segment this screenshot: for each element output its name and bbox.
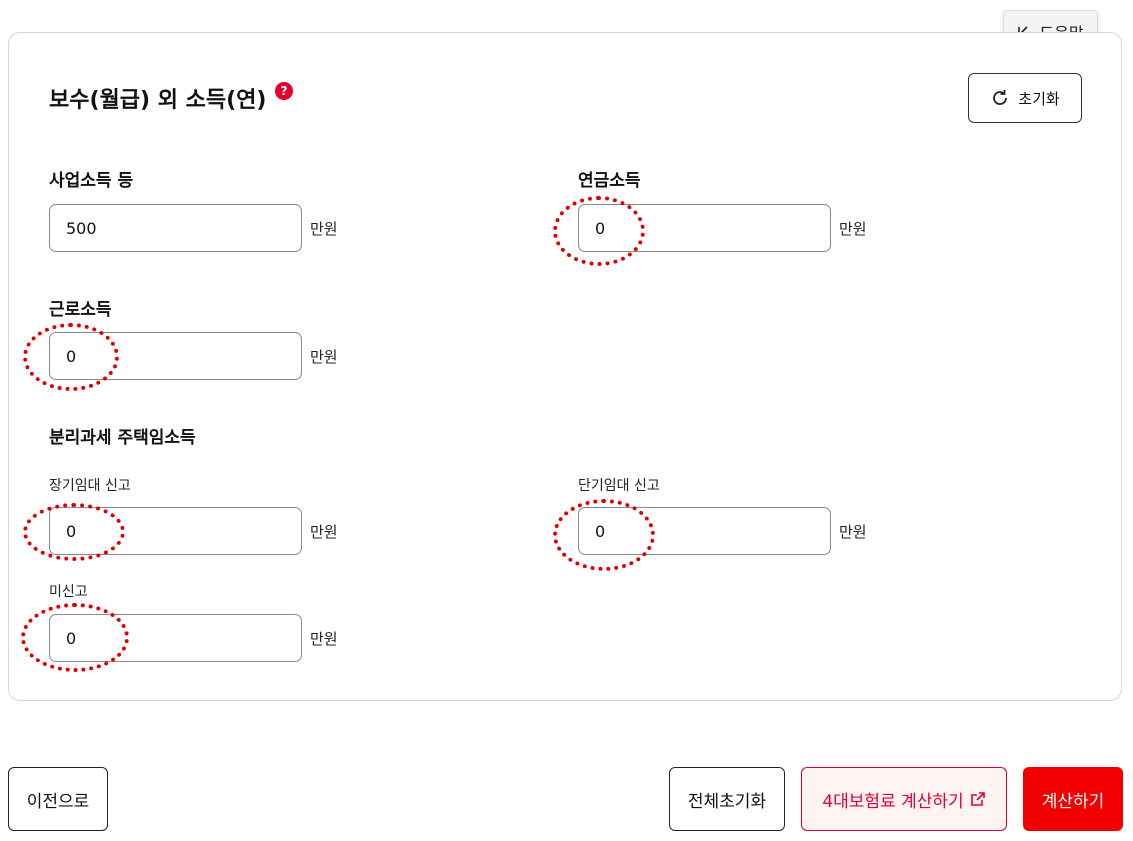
long-term-rental-input[interactable] xyxy=(49,507,302,555)
reset-all-button-label: 전체초기화 xyxy=(687,791,767,812)
pension-income-unit: 만원 xyxy=(839,220,867,238)
external-link-icon xyxy=(970,792,985,806)
previous-button[interactable]: 이전으로 xyxy=(8,767,108,831)
section-title: 보수(월급) 외 소득(연) xyxy=(49,88,267,113)
calculate-button[interactable]: 계산하기 xyxy=(1023,767,1123,831)
pension-income-label: 연금소득 xyxy=(578,171,641,191)
calculate-button-label: 계산하기 xyxy=(1041,791,1105,812)
housing-income-heading: 분리과세 주택임소득 xyxy=(49,428,196,448)
earned-income-unit: 만원 xyxy=(310,348,338,366)
pension-income-input[interactable] xyxy=(578,204,831,252)
business-income-label: 사업소득 등 xyxy=(49,171,134,191)
unreported-rental-label: 미신고 xyxy=(49,584,88,600)
insurance-calc-button-label: 4대보험료 계산하기 xyxy=(822,791,964,812)
question-icon[interactable]: ? xyxy=(275,82,293,100)
reset-button[interactable]: 초기화 xyxy=(968,73,1082,123)
long-term-rental-unit: 만원 xyxy=(310,523,338,541)
refresh-icon xyxy=(993,90,1008,105)
short-term-rental-label: 단기임대 신고 xyxy=(578,478,660,494)
business-income-unit: 만원 xyxy=(310,220,338,238)
short-term-rental-unit: 만원 xyxy=(839,523,867,541)
long-term-rental-label: 장기임대 신고 xyxy=(49,478,131,494)
business-income-input[interactable] xyxy=(49,204,302,252)
earned-income-label: 근로소득 xyxy=(49,300,112,320)
short-term-rental-input[interactable] xyxy=(578,507,831,555)
reset-button-label: 초기화 xyxy=(1018,89,1060,108)
insurance-calc-button[interactable]: 4대보험료 계산하기 xyxy=(801,767,1007,831)
unreported-rental-unit: 만원 xyxy=(310,630,338,648)
unreported-rental-input[interactable] xyxy=(49,614,302,662)
earned-income-input[interactable] xyxy=(49,332,302,380)
reset-all-button[interactable]: 전체초기화 xyxy=(669,767,785,831)
previous-button-label: 이전으로 xyxy=(26,791,90,812)
